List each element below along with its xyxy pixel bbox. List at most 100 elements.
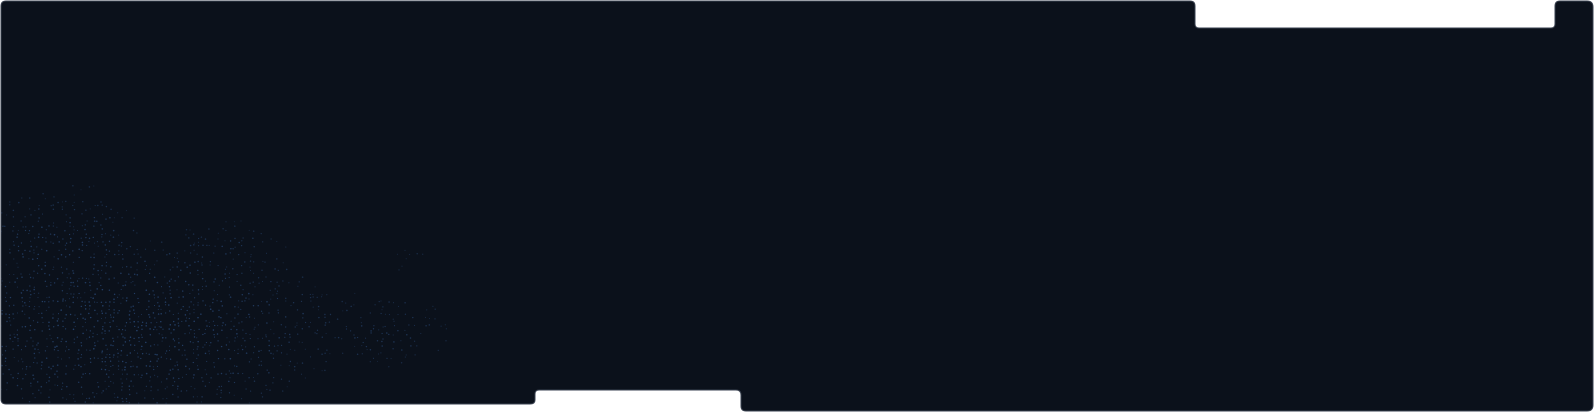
texture-dot — [93, 185, 95, 187]
texture-dot — [154, 374, 156, 376]
texture-dot — [168, 286, 171, 288]
texture-dot — [400, 340, 402, 342]
texture-dot — [60, 340, 62, 343]
texture-dot — [153, 304, 156, 307]
texture-dot — [17, 340, 19, 342]
texture-dot — [122, 284, 124, 287]
texture-dot — [156, 360, 158, 362]
texture-dot — [168, 373, 170, 375]
texture-dot — [248, 292, 250, 295]
texture-dot — [81, 250, 83, 252]
texture-dot — [121, 241, 123, 244]
texture-dot — [321, 370, 323, 372]
texture-dot — [248, 313, 250, 316]
texture-dot — [120, 272, 122, 275]
texture-dot — [229, 377, 231, 379]
texture-dot — [125, 361, 127, 364]
texture-dot — [81, 213, 83, 215]
texture-dot — [392, 334, 394, 336]
texture-dot — [121, 397, 123, 400]
texture-dot — [81, 393, 84, 395]
texture-dot — [28, 400, 31, 403]
texture-dot — [176, 302, 178, 304]
texture-dot — [178, 325, 180, 327]
texture-dot — [210, 342, 212, 344]
texture-dot — [197, 368, 199, 371]
texture-dot — [84, 364, 86, 366]
texture-dot — [236, 336, 238, 338]
texture-dot — [241, 321, 243, 323]
texture-dot — [65, 200, 67, 203]
texture-dot — [133, 337, 135, 340]
texture-dot — [108, 309, 110, 311]
texture-dot — [76, 285, 79, 288]
texture-dot — [404, 249, 406, 251]
texture-dot — [46, 346, 48, 348]
texture-dot — [105, 272, 107, 274]
texture-dot — [150, 386, 152, 388]
texture-dot — [53, 222, 55, 224]
texture-dot — [129, 245, 132, 248]
texture-dot — [184, 349, 186, 351]
texture-dot — [90, 361, 92, 363]
texture-dot — [253, 261, 255, 263]
texture-dot — [73, 293, 75, 295]
texture-dot — [176, 289, 178, 291]
texture-dot — [316, 296, 318, 298]
texture-dot — [48, 376, 51, 379]
texture-dot — [173, 340, 176, 342]
texture-dot — [61, 290, 64, 292]
texture-dot — [373, 325, 375, 327]
texture-dot — [148, 293, 151, 296]
texture-dot — [101, 236, 103, 238]
texture-dot — [226, 337, 228, 339]
texture-dot — [78, 248, 80, 251]
texture-dot — [221, 325, 223, 327]
texture-dot — [192, 342, 194, 344]
texture-dot — [49, 389, 51, 391]
texture-dot — [124, 366, 126, 368]
texture-dot — [105, 218, 107, 220]
texture-dot — [88, 241, 90, 243]
texture-dot — [22, 378, 24, 380]
texture-dot — [130, 276, 132, 278]
texture-dot — [185, 373, 187, 376]
texture-dot — [9, 334, 11, 336]
texture-dot — [129, 352, 132, 354]
texture-dot — [56, 345, 58, 348]
texture-dot — [160, 326, 162, 328]
texture-dot — [324, 352, 326, 355]
texture-dot — [260, 349, 262, 351]
texture-dot — [141, 328, 143, 330]
texture-dot — [148, 300, 150, 302]
texture-dot — [20, 220, 22, 222]
texture-dot — [316, 333, 318, 335]
texture-dot — [112, 221, 114, 223]
texture-dot — [34, 237, 36, 239]
texture-dot — [250, 390, 252, 392]
texture-dot — [66, 305, 67, 307]
texture-dot — [233, 381, 236, 384]
texture-dot — [48, 328, 51, 331]
texture-dot — [65, 373, 67, 375]
texture-dot — [414, 354, 416, 356]
texture-dot — [196, 396, 198, 398]
texture-dot — [182, 296, 184, 298]
texture-dot — [204, 385, 207, 387]
texture-dot — [172, 338, 175, 340]
texture-dot — [129, 310, 131, 312]
texture-dot — [406, 334, 408, 336]
texture-dot — [78, 292, 80, 295]
texture-dot — [381, 332, 383, 335]
texture-dot — [102, 338, 104, 340]
texture-dot — [90, 256, 92, 258]
texture-dot — [94, 309, 96, 312]
texture-dot — [236, 333, 238, 335]
texture-dot — [132, 305, 134, 307]
texture-dot — [213, 252, 215, 254]
texture-dot — [189, 229, 191, 231]
texture-dot — [113, 312, 115, 314]
texture-dot — [97, 204, 99, 207]
texture-dot — [150, 322, 152, 324]
texture-dot — [189, 313, 191, 315]
